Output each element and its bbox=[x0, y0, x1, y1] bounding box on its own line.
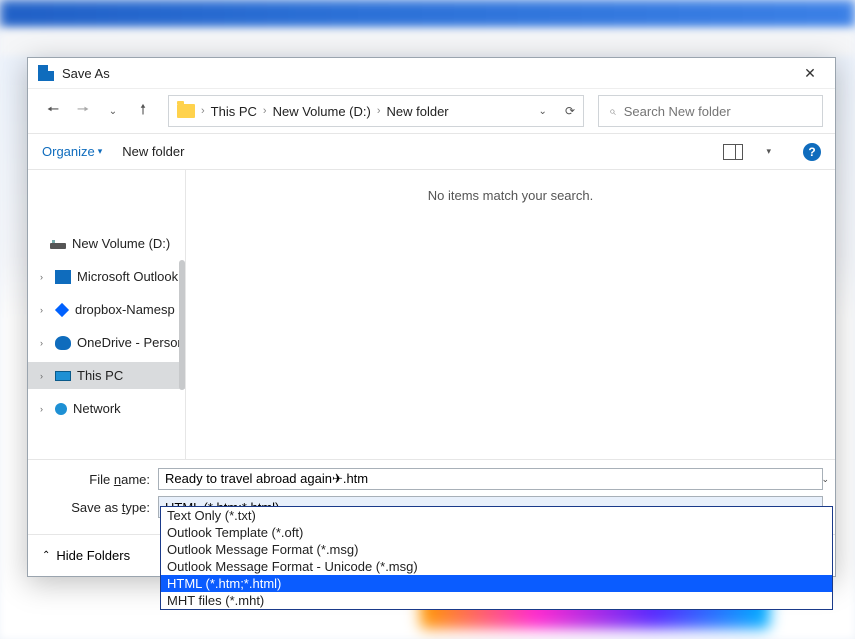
view-mode-dropdown[interactable]: ▾ bbox=[766, 146, 771, 157]
chevron-right-icon: › bbox=[377, 105, 381, 117]
pc-icon bbox=[55, 371, 71, 381]
filename-value: Ready to travel abroad again✈.htm bbox=[165, 471, 368, 487]
save-fields: File name: Ready to travel abroad again✈… bbox=[28, 459, 835, 534]
expand-chevron-icon[interactable]: › bbox=[40, 338, 49, 348]
search-box[interactable]: ⌕ bbox=[598, 95, 823, 127]
toolbar: Organize ▾ New folder ▾ ? bbox=[28, 134, 835, 170]
expand-chevron-icon[interactable]: › bbox=[40, 305, 49, 315]
savetype-option[interactable]: Outlook Message Format (*.msg) bbox=[161, 541, 832, 558]
tree-item-label: Microsoft Outlook bbox=[77, 269, 178, 284]
dialog-title: Save As bbox=[62, 66, 110, 81]
disk-icon bbox=[50, 243, 66, 249]
empty-message: No items match your search. bbox=[428, 188, 593, 203]
expand-chevron-icon[interactable]: › bbox=[40, 371, 49, 381]
search-input[interactable] bbox=[622, 103, 812, 120]
chevron-down-icon: ▾ bbox=[98, 146, 103, 157]
tree-item-outlook[interactable]: › Microsoft Outlook bbox=[28, 263, 185, 290]
close-button[interactable]: ✕ bbox=[795, 62, 825, 84]
tree-item-disk[interactable]: New Volume (D:) bbox=[28, 230, 185, 257]
outlook-app-icon bbox=[38, 65, 54, 81]
up-button[interactable]: 🠕 bbox=[130, 98, 156, 124]
address-bar[interactable]: › This PC › New Volume (D:) › New folder… bbox=[168, 95, 584, 127]
onedrive-icon bbox=[55, 336, 71, 350]
tree-item-label: Network bbox=[73, 401, 121, 416]
filename-label: File name: bbox=[40, 472, 150, 487]
organize-button[interactable]: Organize ▾ bbox=[42, 144, 102, 159]
tree-item-label: OneDrive - Person bbox=[77, 335, 185, 350]
expand-chevron-icon[interactable]: › bbox=[40, 272, 49, 282]
tree-item-net[interactable]: › Network bbox=[28, 395, 185, 422]
save-as-dialog: Save As ✕ 🠔 🠖 ⌄ 🠕 › This PC › New Volume… bbox=[27, 57, 836, 577]
tree-item-label: dropbox-Namesp bbox=[75, 302, 175, 317]
savetype-option[interactable]: Outlook Message Format - Unicode (*.msg) bbox=[161, 558, 832, 575]
chevron-right-icon: › bbox=[263, 105, 267, 117]
savetype-option[interactable]: MHT files (*.mht) bbox=[161, 592, 832, 609]
file-list-pane[interactable]: No items match your search. bbox=[186, 170, 835, 459]
tree-item-onedrive[interactable]: › OneDrive - Person bbox=[28, 329, 185, 356]
back-button[interactable]: 🠔 bbox=[40, 98, 66, 124]
forward-button[interactable]: 🠖 bbox=[70, 98, 96, 124]
chevron-right-icon: › bbox=[201, 105, 205, 117]
expand-chevron-icon[interactable]: › bbox=[40, 404, 49, 414]
savetype-option[interactable]: Text Only (*.txt) bbox=[161, 507, 832, 524]
savetype-option[interactable]: Outlook Template (*.oft) bbox=[161, 524, 832, 541]
hide-folders-label: Hide Folders bbox=[56, 548, 130, 563]
breadcrumb-segment[interactable]: New Volume (D:) bbox=[273, 104, 371, 119]
breadcrumb-segment[interactable]: New folder bbox=[387, 104, 449, 119]
address-dropdown-button[interactable]: ⌄ bbox=[539, 106, 547, 117]
folder-tree[interactable]: New Volume (D:) › Microsoft Outlook › dropbo… bbox=[28, 170, 186, 459]
savetype-dropdown[interactable]: Text Only (*.txt)Outlook Template (*.oft… bbox=[160, 506, 833, 610]
tree-item-label: New Volume (D:) bbox=[72, 236, 170, 251]
dropbox-icon bbox=[55, 302, 69, 316]
filename-input[interactable]: Ready to travel abroad again✈.htm ⌄ bbox=[158, 468, 823, 490]
refresh-button[interactable]: ⟳ bbox=[565, 104, 575, 118]
net-icon bbox=[55, 403, 67, 415]
tree-item-label: This PC bbox=[77, 368, 123, 383]
titlebar: Save As ✕ bbox=[28, 58, 835, 88]
recent-locations-button[interactable]: ⌄ bbox=[100, 98, 126, 124]
view-mode-button[interactable] bbox=[723, 144, 743, 160]
hide-folders-button[interactable]: ⌃ Hide Folders bbox=[42, 548, 130, 563]
chevron-up-icon: ⌃ bbox=[42, 550, 50, 561]
scrollbar-thumb[interactable] bbox=[179, 260, 185, 390]
savetype-label: Save as type: bbox=[40, 500, 150, 515]
search-icon: ⌕ bbox=[609, 104, 616, 119]
chevron-down-icon[interactable]: ⌄ bbox=[821, 474, 829, 485]
navigation-bar: 🠔 🠖 ⌄ 🠕 › This PC › New Volume (D:) › Ne… bbox=[28, 88, 835, 134]
outlook-icon bbox=[55, 270, 71, 284]
help-button[interactable]: ? bbox=[803, 143, 821, 161]
savetype-option[interactable]: HTML (*.htm;*.html) bbox=[161, 575, 832, 592]
breadcrumb-segment[interactable]: This PC bbox=[211, 104, 257, 119]
tree-item-pc[interactable]: › This PC bbox=[28, 362, 185, 389]
folder-icon bbox=[177, 104, 195, 118]
tree-item-dropbox[interactable]: › dropbox-Namesp bbox=[28, 296, 185, 323]
new-folder-button[interactable]: New folder bbox=[122, 144, 184, 159]
